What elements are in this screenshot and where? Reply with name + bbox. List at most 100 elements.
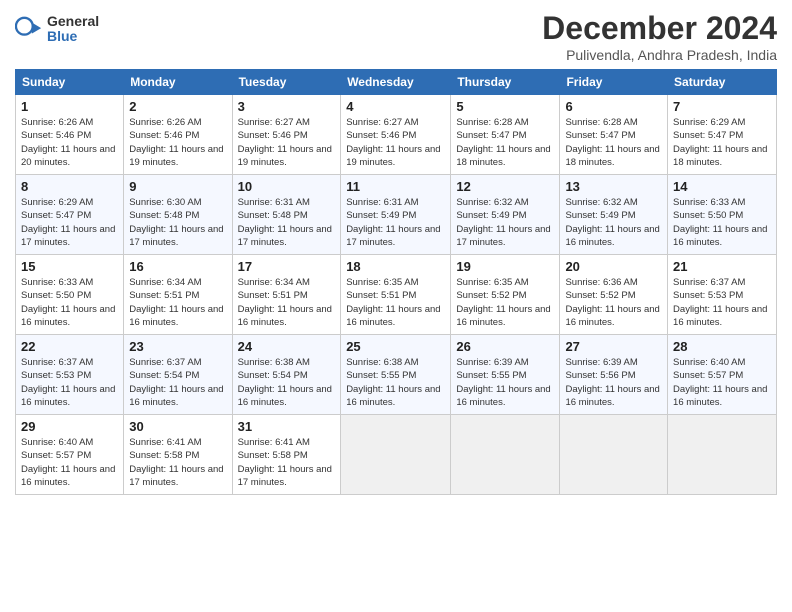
calendar-cell: 27Sunrise: 6:39 AM Sunset: 5:56 PM Dayli… xyxy=(560,335,668,415)
calendar-cell: 5 Sunrise: 6:28 AM Sunset: 5:47 PM Daylig… xyxy=(451,95,560,175)
day-info: Sunrise: 6:41 AM Sunset: 5:58 PM Dayligh… xyxy=(129,436,226,489)
day-number: 7 xyxy=(673,99,771,114)
day-number: 25 xyxy=(346,339,445,354)
calendar-cell xyxy=(451,415,560,495)
day-info: Sunrise: 6:28 AM Sunset: 5:47 PM Dayligh… xyxy=(565,116,662,169)
day-number: 14 xyxy=(673,179,771,194)
calendar-week-3: 15 Sunrise: 6:33 AM Sunset: 5:50 PM Dayli… xyxy=(16,255,777,335)
calendar-cell: 12Sunrise: 6:32 AM Sunset: 5:49 PM Dayli… xyxy=(451,175,560,255)
calendar-cell: 13 Sunrise: 6:32 AM Sunset: 5:49 PM Dayli… xyxy=(560,175,668,255)
day-info: Sunrise: 6:27 AM Sunset: 5:46 PM Dayligh… xyxy=(238,116,336,169)
calendar-table: SundayMondayTuesdayWednesdayThursdayFrid… xyxy=(15,69,777,495)
day-info: Sunrise: 6:35 AM Sunset: 5:52 PM Dayligh… xyxy=(456,276,554,329)
logo: General Blue xyxy=(15,14,99,45)
day-number: 1 xyxy=(21,99,118,114)
calendar-cell: 23Sunrise: 6:37 AM Sunset: 5:54 PM Dayli… xyxy=(124,335,232,415)
calendar-cell: 8Sunrise: 6:29 AM Sunset: 5:47 PM Daylig… xyxy=(16,175,124,255)
calendar-header-row: SundayMondayTuesdayWednesdayThursdayFrid… xyxy=(16,70,777,95)
day-number: 2 xyxy=(129,99,226,114)
calendar-cell: 24 Sunrise: 6:38 AM Sunset: 5:54 PM Dayli… xyxy=(232,335,341,415)
calendar-header-tuesday: Tuesday xyxy=(232,70,341,95)
calendar-cell: 11 Sunrise: 6:31 AM Sunset: 5:49 PM Dayli… xyxy=(341,175,451,255)
day-number: 28 xyxy=(673,339,771,354)
logo-general-text: General xyxy=(47,14,99,29)
day-info: Sunrise: 6:37 AM Sunset: 5:53 PM Dayligh… xyxy=(21,356,118,409)
day-info: Sunrise: 6:36 AM Sunset: 5:52 PM Dayligh… xyxy=(565,276,662,329)
day-info: Sunrise: 6:40 AM Sunset: 5:57 PM Dayligh… xyxy=(21,436,118,489)
day-number: 18 xyxy=(346,259,445,274)
day-info: Sunrise: 6:26 AM Sunset: 5:46 PM Dayligh… xyxy=(21,116,118,169)
calendar-cell: 26Sunrise: 6:39 AM Sunset: 5:55 PM Dayli… xyxy=(451,335,560,415)
calendar-cell: 10 Sunrise: 6:31 AM Sunset: 5:48 PM Dayli… xyxy=(232,175,341,255)
calendar-week-4: 22 Sunrise: 6:37 AM Sunset: 5:53 PM Dayli… xyxy=(16,335,777,415)
calendar-header-thursday: Thursday xyxy=(451,70,560,95)
calendar-cell: 4 Sunrise: 6:27 AM Sunset: 5:46 PM Daylig… xyxy=(341,95,451,175)
day-number: 15 xyxy=(21,259,118,274)
day-info: Sunrise: 6:40 AM Sunset: 5:57 PM Dayligh… xyxy=(673,356,771,409)
calendar-cell: 29Sunrise: 6:40 AM Sunset: 5:57 PM Dayli… xyxy=(16,415,124,495)
day-number: 24 xyxy=(238,339,336,354)
calendar-cell: 2 Sunrise: 6:26 AM Sunset: 5:46 PM Daylig… xyxy=(124,95,232,175)
logo-text: General Blue xyxy=(47,14,99,45)
day-number: 17 xyxy=(238,259,336,274)
day-number: 22 xyxy=(21,339,118,354)
calendar-cell xyxy=(560,415,668,495)
day-info: Sunrise: 6:31 AM Sunset: 5:48 PM Dayligh… xyxy=(238,196,336,249)
day-info: Sunrise: 6:32 AM Sunset: 5:49 PM Dayligh… xyxy=(456,196,554,249)
calendar-cell: 28 Sunrise: 6:40 AM Sunset: 5:57 PM Dayli… xyxy=(668,335,777,415)
day-info: Sunrise: 6:38 AM Sunset: 5:55 PM Dayligh… xyxy=(346,356,445,409)
calendar-header-wednesday: Wednesday xyxy=(341,70,451,95)
calendar-cell: 22 Sunrise: 6:37 AM Sunset: 5:53 PM Dayli… xyxy=(16,335,124,415)
calendar-cell: 25 Sunrise: 6:38 AM Sunset: 5:55 PM Dayli… xyxy=(341,335,451,415)
calendar-header-sunday: Sunday xyxy=(16,70,124,95)
calendar-week-2: 8Sunrise: 6:29 AM Sunset: 5:47 PM Daylig… xyxy=(16,175,777,255)
month-title: December 2024 xyxy=(542,10,777,47)
day-info: Sunrise: 6:35 AM Sunset: 5:51 PM Dayligh… xyxy=(346,276,445,329)
day-number: 21 xyxy=(673,259,771,274)
location: Pulivendla, Andhra Pradesh, India xyxy=(542,47,777,63)
day-number: 13 xyxy=(565,179,662,194)
day-number: 5 xyxy=(456,99,554,114)
calendar-header-friday: Friday xyxy=(560,70,668,95)
calendar-header-saturday: Saturday xyxy=(668,70,777,95)
day-info: Sunrise: 6:32 AM Sunset: 5:49 PM Dayligh… xyxy=(565,196,662,249)
day-number: 23 xyxy=(129,339,226,354)
day-number: 11 xyxy=(346,179,445,194)
day-info: Sunrise: 6:34 AM Sunset: 5:51 PM Dayligh… xyxy=(129,276,226,329)
calendar-cell: 15 Sunrise: 6:33 AM Sunset: 5:50 PM Dayli… xyxy=(16,255,124,335)
day-info: Sunrise: 6:26 AM Sunset: 5:46 PM Dayligh… xyxy=(129,116,226,169)
day-info: Sunrise: 6:31 AM Sunset: 5:49 PM Dayligh… xyxy=(346,196,445,249)
calendar-cell: 9Sunrise: 6:30 AM Sunset: 5:48 PM Daylig… xyxy=(124,175,232,255)
day-info: Sunrise: 6:28 AM Sunset: 5:47 PM Dayligh… xyxy=(456,116,554,169)
calendar-cell xyxy=(668,415,777,495)
logo-blue-text: Blue xyxy=(47,29,99,44)
day-number: 4 xyxy=(346,99,445,114)
calendar-week-5: 29Sunrise: 6:40 AM Sunset: 5:57 PM Dayli… xyxy=(16,415,777,495)
calendar-cell: 20 Sunrise: 6:36 AM Sunset: 5:52 PM Dayli… xyxy=(560,255,668,335)
day-info: Sunrise: 6:29 AM Sunset: 5:47 PM Dayligh… xyxy=(673,116,771,169)
day-number: 10 xyxy=(238,179,336,194)
day-info: Sunrise: 6:41 AM Sunset: 5:58 PM Dayligh… xyxy=(238,436,336,489)
calendar-cell: 19Sunrise: 6:35 AM Sunset: 5:52 PM Dayli… xyxy=(451,255,560,335)
calendar-cell: 3Sunrise: 6:27 AM Sunset: 5:46 PM Daylig… xyxy=(232,95,341,175)
calendar-cell: 31 Sunrise: 6:41 AM Sunset: 5:58 PM Dayli… xyxy=(232,415,341,495)
header: General Blue December 2024 Pulivendla, A… xyxy=(15,10,777,63)
day-number: 20 xyxy=(565,259,662,274)
day-info: Sunrise: 6:27 AM Sunset: 5:46 PM Dayligh… xyxy=(346,116,445,169)
day-number: 31 xyxy=(238,419,336,434)
main-container: General Blue December 2024 Pulivendla, A… xyxy=(0,0,792,612)
calendar-cell: 14Sunrise: 6:33 AM Sunset: 5:50 PM Dayli… xyxy=(668,175,777,255)
title-section: December 2024 Pulivendla, Andhra Pradesh… xyxy=(542,10,777,63)
calendar-cell: 1 Sunrise: 6:26 AM Sunset: 5:46 PM Daylig… xyxy=(16,95,124,175)
day-number: 6 xyxy=(565,99,662,114)
day-info: Sunrise: 6:37 AM Sunset: 5:53 PM Dayligh… xyxy=(673,276,771,329)
day-info: Sunrise: 6:33 AM Sunset: 5:50 PM Dayligh… xyxy=(21,276,118,329)
day-number: 30 xyxy=(129,419,226,434)
day-number: 9 xyxy=(129,179,226,194)
calendar-cell xyxy=(341,415,451,495)
logo-icon xyxy=(15,15,43,43)
day-info: Sunrise: 6:38 AM Sunset: 5:54 PM Dayligh… xyxy=(238,356,336,409)
calendar-header-monday: Monday xyxy=(124,70,232,95)
day-info: Sunrise: 6:39 AM Sunset: 5:55 PM Dayligh… xyxy=(456,356,554,409)
day-number: 27 xyxy=(565,339,662,354)
